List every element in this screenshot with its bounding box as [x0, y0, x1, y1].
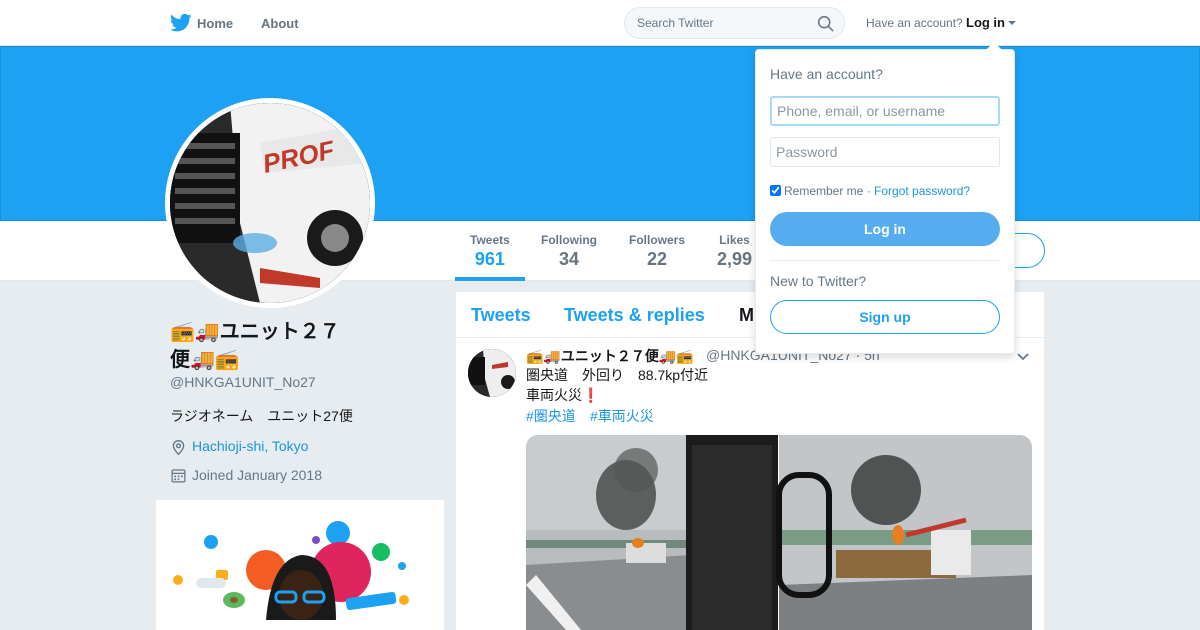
- tweet-author-name[interactable]: 📻🚚ユニット２７便🚚📻: [526, 346, 694, 366]
- promo-illustration-card: [156, 500, 444, 630]
- chevron-down-icon[interactable]: [1016, 352, 1030, 362]
- location-text[interactable]: Hachioji-shi, Tokyo: [192, 438, 308, 454]
- tweet-photos: [526, 435, 1032, 630]
- tweet-text-line: 車両火災❗: [526, 387, 600, 403]
- login-dropdown: Have an account? Remember me · Forgot pa…: [755, 42, 1015, 354]
- top-nav: Home About Search Twitter Have an accoun…: [0, 0, 1200, 46]
- signup-button[interactable]: Sign up: [770, 300, 1000, 334]
- tab-tweets[interactable]: Tweets: [471, 305, 531, 326]
- search-input[interactable]: Search Twitter: [624, 7, 845, 39]
- login-menu-button[interactable]: Log in: [966, 15, 1005, 30]
- stat-likes[interactable]: Likes 2,99: [717, 233, 752, 270]
- profile-name-line1: 📻🚚ユニット２７: [170, 321, 340, 343]
- remember-me-label[interactable]: Remember me: [784, 184, 863, 198]
- stat-value: 961: [474, 249, 505, 269]
- stat-label: Tweets: [470, 233, 510, 247]
- profile-bio: ラジオネーム ユニット27便: [170, 408, 353, 424]
- username-field[interactable]: [770, 96, 1000, 126]
- stat-following[interactable]: Following 34: [541, 233, 597, 270]
- login-button[interactable]: Log in: [770, 212, 1000, 246]
- new-to-twitter-text: New to Twitter?: [770, 273, 867, 289]
- joined-text: Joined January 2018: [192, 467, 322, 483]
- nav-about-link[interactable]: About: [261, 16, 299, 31]
- have-account-text: Have an account?: [866, 16, 963, 30]
- profile-name: 📻🚚ユニット２７ 便🚚📻: [170, 318, 400, 374]
- profile-name-line2: 便🚚📻: [170, 349, 240, 371]
- twitter-bird-icon[interactable]: [170, 13, 192, 33]
- tab-media[interactable]: M: [739, 305, 754, 326]
- separator-dot: ·: [863, 184, 875, 198]
- stat-tweets[interactable]: Tweets 961: [470, 233, 510, 270]
- stat-label: Following: [541, 233, 597, 247]
- promo-illustration: [173, 521, 409, 620]
- avatar-photo: PROF: [170, 103, 370, 303]
- search-icon[interactable]: [817, 15, 834, 32]
- stat-value: 2,99: [717, 249, 753, 269]
- stat-label: Followers: [629, 233, 686, 247]
- stat-followers[interactable]: Followers 22: [629, 233, 685, 270]
- stat-value: 34: [558, 249, 580, 269]
- password-field[interactable]: [770, 137, 1000, 167]
- search-placeholder: Search Twitter: [637, 16, 714, 30]
- tweet-text-line: 圏央道 外回り 88.7kp付近: [526, 367, 709, 383]
- hashtag-link[interactable]: #圏央道: [526, 406, 576, 426]
- remember-me-checkbox[interactable]: [770, 185, 781, 196]
- nav-home-link[interactable]: Home: [197, 16, 233, 31]
- remember-row: Remember me · Forgot password?: [770, 184, 970, 198]
- profile-avatar[interactable]: PROF: [165, 98, 375, 308]
- hashtag-link[interactable]: #車両火災: [590, 406, 654, 426]
- profile-handle[interactable]: @HNKGA1UNIT_No27: [170, 374, 316, 390]
- tab-tweets-replies[interactable]: Tweets & replies: [564, 305, 705, 326]
- tweet-media[interactable]: [526, 435, 1032, 630]
- stat-label: Likes: [719, 233, 750, 247]
- tweet-avatar-image: [468, 349, 516, 397]
- dropdown-divider: [770, 260, 1000, 261]
- profile-location[interactable]: Hachioji-shi, Tokyo: [172, 438, 308, 454]
- stat-value: 22: [646, 249, 668, 269]
- truck-photo-image: PROF: [170, 103, 370, 303]
- active-stat-underline: [455, 277, 525, 281]
- dropdown-title: Have an account?: [770, 66, 883, 82]
- tweet-avatar[interactable]: [468, 349, 516, 397]
- forgot-password-link[interactable]: Forgot password?: [874, 184, 970, 198]
- profile-joined: Joined January 2018: [172, 467, 322, 483]
- caret-down-icon[interactable]: [1008, 21, 1016, 25]
